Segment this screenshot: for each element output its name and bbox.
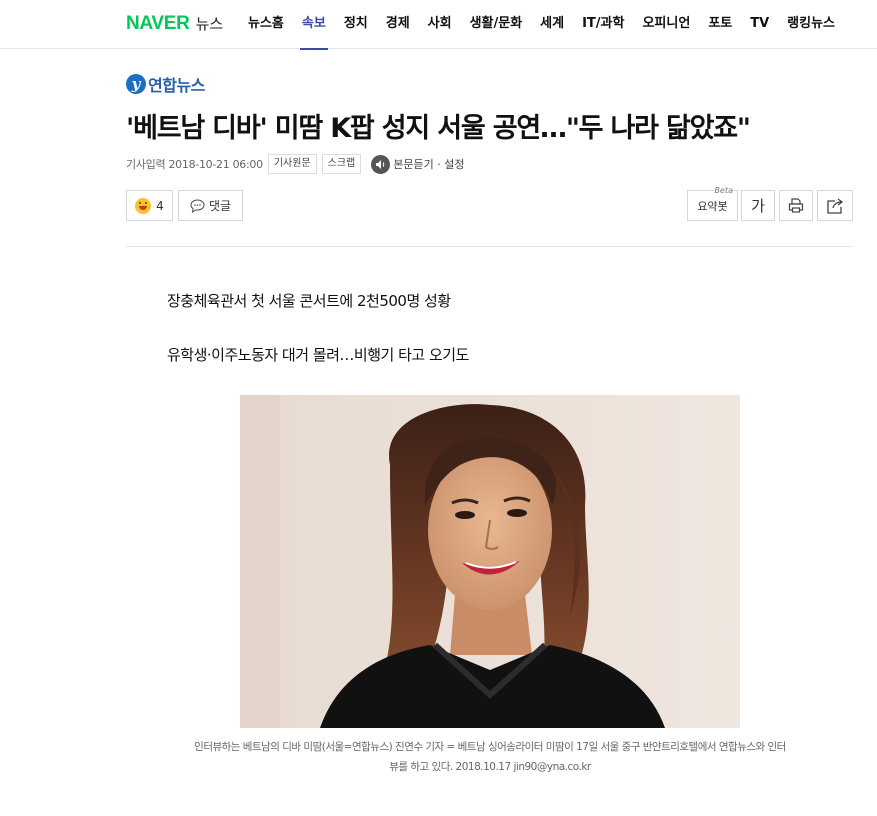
summary-bot-label: 요약봇 [697, 199, 728, 213]
print-icon [788, 198, 804, 213]
nav-item-world[interactable]: 세계 [540, 0, 564, 49]
nav-item-it-science[interactable]: IT/과학 [582, 0, 624, 49]
section-menu: 뉴스홈 속보 정치 경제 사회 생활/문화 세계 IT/과학 오피니언 포토 T… [248, 0, 853, 50]
original-article-button[interactable]: 기사원문 [267, 154, 317, 174]
comment-label: 댓글 [208, 199, 232, 213]
article-title: '베트남 디바' 미땀 K팝 성지 서울 공연…"두 나라 닮았죠" [126, 113, 751, 144]
comment-button[interactable]: 댓글 [178, 190, 243, 221]
photo-caption-line: 뷰를 하고 있다. 2018.10.17 jin90@yna.co.kr [389, 761, 591, 773]
font-size-button[interactable]: 가 [741, 190, 775, 221]
top-navigation: NAVER 뉴스 뉴스홈 속보 정치 경제 사회 생활/문화 세계 IT/과학 … [0, 0, 877, 50]
like-count: 4 [156, 198, 164, 213]
like-button[interactable]: 4 [126, 190, 173, 221]
print-button[interactable] [779, 190, 813, 221]
news-service-label[interactable]: 뉴스 [196, 13, 224, 34]
nav-item-breaking[interactable]: 속보 [299, 0, 328, 50]
share-icon [826, 197, 844, 214]
nav-item-society[interactable]: 사회 [428, 0, 452, 49]
nav-item-opinion[interactable]: 오피니언 [642, 0, 690, 49]
summary-bot-button[interactable]: 요약봇 Beta [687, 186, 738, 221]
speaker-icon [371, 154, 391, 174]
nav-item-tv[interactable]: TV [750, 0, 769, 49]
article-photo [240, 395, 740, 728]
photo-caption: 인터뷰하는 베트남의 디바 미땀(서울=연합뉴스) 진연수 기자 = 베트남 싱… [160, 737, 820, 777]
nav-item-ranking[interactable]: 랭킹뉴스 [787, 0, 835, 49]
photo-caption-line: 인터뷰하는 베트남의 디바 미땀(서울=연합뉴스) 진연수 기자 = 베트남 싱… [194, 741, 786, 753]
press-logo[interactable]: y 연합뉴스 [126, 72, 205, 96]
nav-item-economy[interactable]: 경제 [386, 0, 410, 49]
naver-logo[interactable]: NAVER [126, 13, 190, 35]
divider [126, 246, 853, 247]
speech-bubble-icon [190, 198, 205, 213]
article-subtitle: 장충체육관서 첫 서울 콘서트에 2천500명 성황 [167, 292, 451, 310]
beta-badge: Beta [713, 186, 734, 195]
share-button[interactable] [817, 190, 853, 221]
article-subtitle: 유학생·이주노동자 대거 몰려…비행기 타고 오기도 [167, 346, 469, 364]
publish-date: 기사입력 2018-10-21 06:00 [126, 158, 263, 171]
nav-item-photo[interactable]: 포토 [708, 0, 732, 49]
scrap-button[interactable]: 스크랩 [321, 154, 362, 174]
article-meta: 기사입력 2018-10-21 06:00 기사원문 스크랩 본문듣기 · 설정 [126, 152, 464, 176]
yonhap-logo-icon: y [126, 74, 146, 94]
smile-emoji-icon [135, 197, 152, 214]
naver-news-logo[interactable]: NAVER 뉴스 [126, 13, 223, 35]
listen-article-label: 본문듣기 · 설정 [393, 158, 465, 171]
listen-article-button[interactable]: 본문듣기 · 설정 [371, 154, 465, 174]
nav-item-news-home[interactable]: 뉴스홈 [248, 0, 284, 49]
nav-item-politics[interactable]: 정치 [344, 0, 368, 49]
press-name: 연합뉴스 [148, 76, 205, 95]
nav-item-life-culture[interactable]: 생활/문화 [470, 0, 523, 49]
font-size-label: 가 [751, 197, 765, 215]
